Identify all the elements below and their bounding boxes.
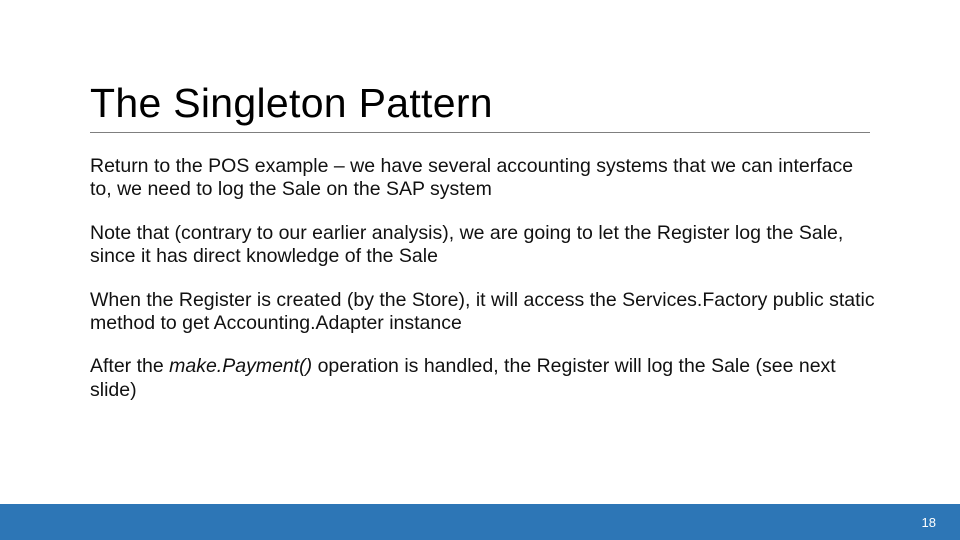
footer-bar: 18 xyxy=(0,504,960,540)
paragraph: After the make.Payment() operation is ha… xyxy=(90,355,880,402)
slide: The Singleton Pattern Return to the POS … xyxy=(0,0,960,540)
text-span: After the xyxy=(90,355,169,377)
paragraph: When the Register is created (by the Sto… xyxy=(90,289,880,336)
slide-title: The Singleton Pattern xyxy=(90,80,493,127)
operation-name: make.Payment() xyxy=(169,355,312,377)
paragraph: Return to the POS example – we have seve… xyxy=(90,155,880,202)
page-number: 18 xyxy=(922,515,936,530)
slide-body: Return to the POS example – we have seve… xyxy=(90,155,880,422)
paragraph: Note that (contrary to our earlier analy… xyxy=(90,222,880,269)
